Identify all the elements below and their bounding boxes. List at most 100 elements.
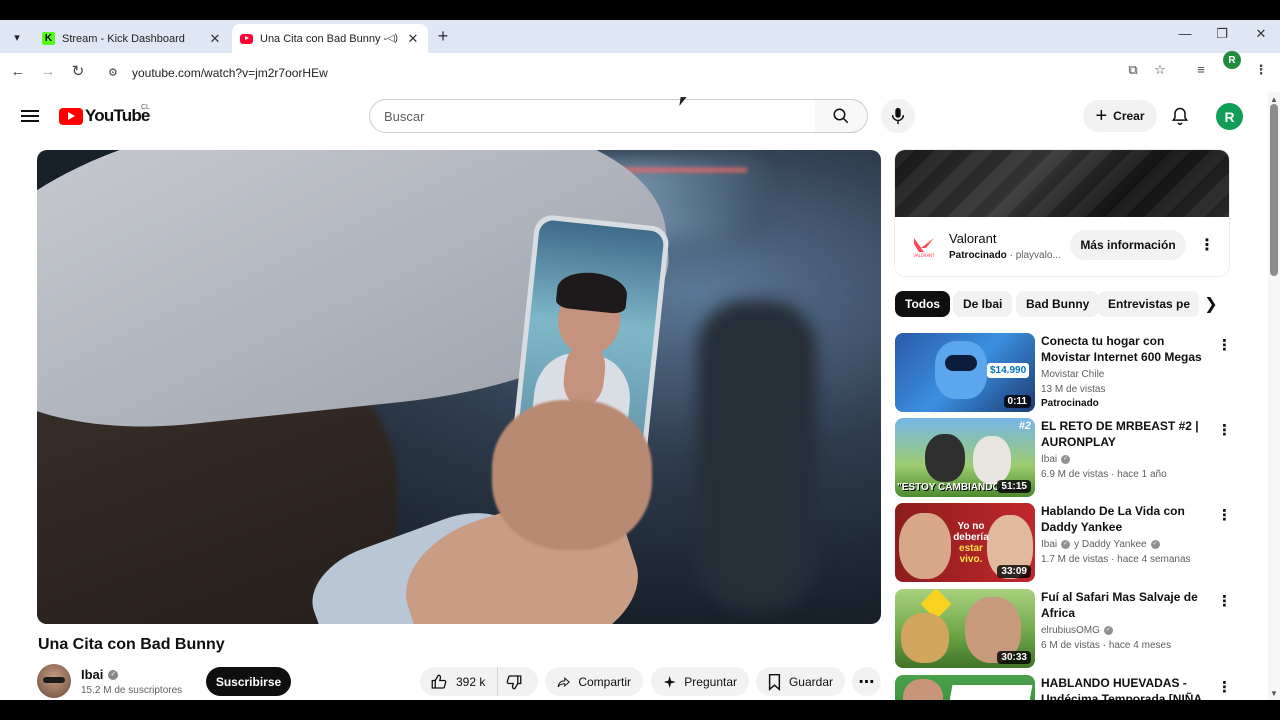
rec-view-count: 6 M de vistas — [1041, 640, 1100, 651]
video-thumbnail[interactable]: $14.990 0:11 — [895, 333, 1035, 412]
menu-icon[interactable] — [20, 107, 40, 125]
rec-channel-name: elrubiusOMG — [1041, 625, 1100, 636]
more-actions-button[interactable]: ⋯ — [852, 667, 881, 696]
chip-bad-bunny[interactable]: Bad Bunny — [1016, 291, 1100, 317]
create-button[interactable]: + Crear — [1083, 100, 1157, 132]
thumbnail-person — [903, 679, 943, 700]
close-icon[interactable]: ✕ — [406, 31, 420, 47]
create-label: Crear — [1113, 109, 1145, 123]
list-item[interactable]: #2 "ESTOY CAMBIANDO MUC 51:15 EL RETO DE… — [895, 418, 1235, 498]
rec-video-title[interactable]: Conecta tu hogar con Movistar Internet 6… — [1041, 333, 1213, 365]
dislike-button[interactable] — [498, 667, 538, 696]
site-info-icon[interactable]: ⚙ — [108, 66, 122, 80]
video-thumbnail[interactable]: Yo no debería estar vivo. 33:09 — [895, 503, 1035, 582]
rec-channel[interactable]: elrubiusOMG ✓ — [1041, 625, 1113, 636]
video-options-icon[interactable]: ⋮ — [1217, 421, 1232, 439]
forward-arrow-icon[interactable]: → — [38, 62, 58, 82]
video-thumbnail[interactable] — [895, 675, 1035, 700]
subscribe-button[interactable]: Suscribirse — [206, 667, 291, 696]
video-player[interactable] — [37, 150, 881, 624]
rec-stats: 1.7 M de vistas · hace 4 semanas — [1041, 554, 1191, 565]
browser-menu-icon[interactable]: ⋮ — [1251, 62, 1271, 82]
channel-name[interactable]: Ibai ✓ — [81, 667, 119, 682]
tab-youtube-video[interactable]: Una Cita con Bad Bunny - Y ◁) ✕ — [232, 24, 428, 53]
thumbnail-robot-eyes — [945, 355, 977, 371]
verified-check-icon: ✓ — [108, 669, 119, 680]
tab-title: Una Cita con Bad Bunny - Y — [260, 32, 387, 45]
scroll-down-arrow-icon[interactable]: ▼ — [1270, 689, 1278, 698]
address-bar[interactable]: ⚙ youtube.com/watch?v=jm2r7oorHEw — [100, 58, 1178, 87]
video-frame-hand — [492, 400, 652, 550]
rec-channel[interactable]: Ibai ✓ y Daddy Yankee ✓ — [1041, 539, 1160, 550]
rec-channel[interactable]: Ibai ✓ — [1041, 454, 1071, 465]
youtube-icon — [240, 33, 253, 44]
like-dislike-group: 392 k — [420, 667, 538, 696]
chip-entrevistas[interactable]: Entrevistas pe — [1098, 291, 1201, 317]
video-thumbnail[interactable]: 30:33 — [895, 589, 1035, 668]
tab-kick-dashboard[interactable]: K Stream - Kick Dashboard ✕ — [34, 24, 230, 53]
rec-channel-name: Ibai — [1041, 454, 1058, 465]
youtube-page: YouTube CL Buscar + Crear R Una Cita con… — [0, 92, 1280, 700]
minimize-icon[interactable]: — — [1175, 26, 1195, 41]
svg-text:VALORANT: VALORANT — [913, 253, 935, 258]
rec-video-title[interactable]: Hablando De La Vida con Daddy Yankee — [1041, 503, 1213, 535]
page-scrollbar[interactable]: ▲ ▼ — [1268, 92, 1280, 700]
install-app-icon[interactable]: ⧉ — [1123, 62, 1143, 82]
video-options-icon[interactable]: ⋮ — [1217, 506, 1232, 524]
ad-options-icon[interactable]: ⋮ — [1199, 235, 1215, 255]
new-tab-button[interactable]: + — [433, 26, 453, 46]
rec-view-count: 6.9 M de vistas — [1041, 469, 1109, 480]
list-item[interactable]: HABLANDO HUEVADAS - Undécima Temporada [… — [895, 675, 1235, 700]
notifications-bell-icon[interactable] — [1170, 106, 1190, 126]
video-options-icon[interactable]: ⋮ — [1217, 678, 1232, 696]
video-title: Una Cita con Bad Bunny — [38, 636, 225, 653]
close-icon[interactable]: ✕ — [208, 31, 222, 47]
chip-todos[interactable]: Todos — [895, 291, 951, 317]
rec-stats: 6.9 M de vistas · hace 1 año — [1041, 469, 1167, 480]
search-button[interactable] — [815, 99, 868, 133]
phone-screen-hair — [555, 269, 629, 315]
video-thumbnail[interactable]: #2 "ESTOY CAMBIANDO MUC 51:15 — [895, 418, 1035, 497]
video-options-icon[interactable]: ⋮ — [1217, 336, 1232, 354]
scroll-up-arrow-icon[interactable]: ▲ — [1270, 95, 1278, 104]
video-options-icon[interactable]: ⋮ — [1217, 592, 1232, 610]
browser-profile-avatar[interactable]: R — [1223, 51, 1241, 69]
rec-video-title[interactable]: EL RETO DE MRBEAST #2 | AURONPLAY — [1041, 418, 1213, 450]
channel-name-text: Ibai — [81, 667, 104, 682]
share-button[interactable]: Compartir — [545, 667, 643, 696]
voice-search-button[interactable] — [881, 99, 915, 133]
speaker-icon[interactable]: ◁) — [387, 33, 398, 44]
youtube-logo[interactable]: YouTube — [59, 106, 150, 126]
bookmark-star-icon[interactable]: ☆ — [1150, 62, 1170, 82]
tab-search-icon[interactable]: ▾ — [6, 26, 28, 48]
chip-de-ibai[interactable]: De Ibai — [953, 291, 1013, 317]
search-input[interactable]: Buscar — [369, 99, 816, 133]
ask-button[interactable]: Preguntar — [651, 667, 749, 696]
chevron-right-icon[interactable]: ❯ — [1198, 291, 1224, 317]
media-controls-icon[interactable]: ≡ — [1191, 62, 1211, 82]
restore-icon[interactable]: ❐ — [1212, 26, 1232, 42]
close-window-icon[interactable]: ✕ — [1251, 26, 1271, 42]
list-item[interactable]: Yo no debería estar vivo. 33:09 Hablando… — [895, 503, 1235, 583]
browser-chrome: ▾ K Stream - Kick Dashboard ✕ Una Cita c… — [0, 20, 1280, 92]
verified-check-icon: ✓ — [1150, 540, 1160, 549]
youtube-play-icon — [59, 107, 83, 125]
channel-avatar[interactable] — [37, 664, 71, 698]
reload-icon[interactable]: ↻ — [68, 62, 88, 82]
rec-channel[interactable]: Movistar Chile — [1041, 369, 1104, 380]
subscriber-count: 15.2 M de suscriptores — [81, 685, 183, 696]
like-button[interactable]: 392 k — [420, 667, 499, 696]
rec-video-title[interactable]: HABLANDO HUEVADAS - Undécima Temporada [… — [1041, 675, 1213, 700]
back-arrow-icon[interactable]: ← — [8, 62, 28, 82]
account-avatar[interactable]: R — [1216, 103, 1243, 130]
scrollbar-thumb[interactable] — [1270, 104, 1278, 276]
logo-text: YouTube — [85, 106, 150, 125]
list-item[interactable]: 30:33 Fuí al Safari Mas Salvaje de Afric… — [895, 589, 1235, 669]
list-item[interactable]: $14.990 0:11 Conecta tu hogar con Movist… — [895, 333, 1235, 413]
rec-age: hace 1 año — [1117, 469, 1167, 480]
ad-more-info-button[interactable]: Más información — [1070, 230, 1186, 260]
ad-body: VALORANT Valorant Patrocinado · playvalo… — [895, 217, 1229, 276]
sponsored-ad-card[interactable]: VALORANT Valorant Patrocinado · playvalo… — [895, 150, 1229, 276]
save-button[interactable]: Guardar — [756, 667, 845, 696]
rec-video-title[interactable]: Fuí al Safari Mas Salvaje de Africa — [1041, 589, 1213, 621]
